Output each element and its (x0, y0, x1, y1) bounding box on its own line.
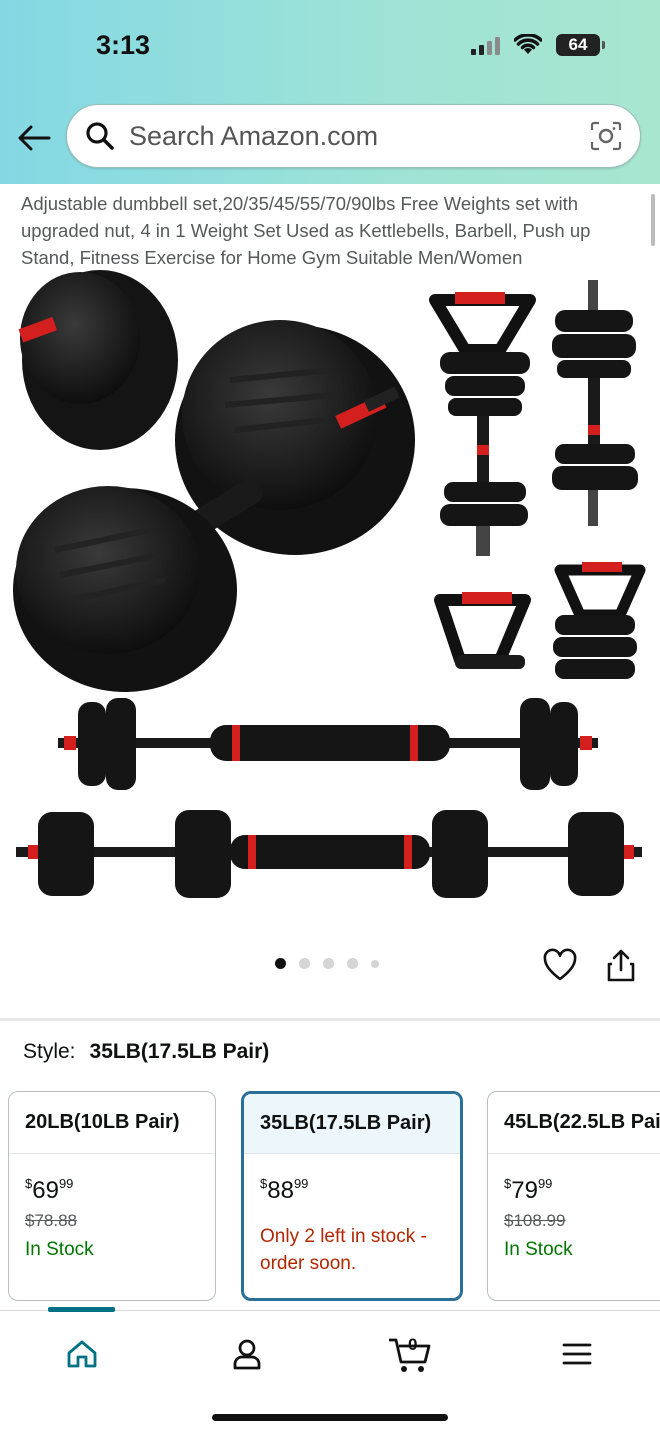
share-icon (607, 949, 635, 982)
nav-home[interactable] (52, 1329, 112, 1379)
barbell-image-2 (16, 810, 642, 898)
list-price: $78.88 (25, 1211, 77, 1230)
availability: In Stock (25, 1239, 94, 1260)
availability: In Stock (504, 1239, 573, 1260)
account-icon (233, 1339, 261, 1370)
search-bar[interactable] (66, 104, 641, 168)
wifi-icon (514, 34, 542, 54)
status-icons: 64 (471, 34, 605, 56)
home-icon (67, 1340, 97, 1368)
cart-count: 0 (408, 1335, 418, 1354)
back-button[interactable] (14, 118, 54, 158)
price: $6999 (25, 1176, 74, 1204)
price: $7999 (504, 1176, 553, 1204)
carousel-dot[interactable] (323, 958, 334, 969)
price: $8899 (260, 1176, 309, 1204)
style-label: Style: (23, 1040, 76, 1063)
cellular-signal-icon (471, 35, 500, 55)
add-to-list-button[interactable] (542, 948, 578, 984)
vertical-dumbbell-image (552, 280, 638, 526)
style-options[interactable]: 20LB(10LB Pair) $6999 $78.88 In Stock 35… (8, 1091, 660, 1303)
kettlebell-small-image (553, 562, 646, 679)
scrollbar (651, 194, 655, 246)
list-price: $108.99 (504, 1211, 566, 1230)
nav-menu[interactable] (547, 1329, 607, 1379)
arrow-left-icon (18, 125, 51, 151)
search-input[interactable] (129, 120, 590, 152)
style-option-name: 20LB(10LB Pair) (9, 1092, 215, 1154)
carousel-dot[interactable] (299, 958, 310, 969)
style-option-card[interactable]: 20LB(10LB Pair) $6999 $78.88 In Stock (8, 1091, 216, 1301)
pushup-stand-image (434, 592, 531, 669)
active-tab-indicator (48, 1307, 115, 1312)
heart-icon (543, 948, 577, 981)
style-option-name: 35LB(17.5LB Pair) (244, 1094, 460, 1154)
share-button[interactable] (604, 948, 638, 984)
style-option-card[interactable]: 45LB(22.5LB Pair) $7999 $108.99 In Stock (487, 1091, 660, 1301)
dumbbell-large-front (13, 478, 263, 692)
style-option-card-selected[interactable]: 35LB(17.5LB Pair) $8899 Only 2 left in s… (241, 1091, 463, 1301)
app-header: 3:13 64 (0, 0, 660, 184)
status-time: 3:13 (96, 30, 151, 60)
product-title[interactable]: Adjustable dumbbell set,20/35/45/55/70/9… (21, 190, 636, 271)
kettlebell-dumbbell-image (429, 292, 536, 556)
search-icon (86, 122, 114, 150)
style-selection-label: Style: 35LB(17.5LB Pair) (23, 1040, 269, 1064)
carousel-dot[interactable] (347, 958, 358, 969)
barbell-image-1 (58, 698, 598, 790)
section-divider (0, 1018, 660, 1021)
nav-cart[interactable]: 0 (380, 1329, 440, 1379)
carousel-dot[interactable] (371, 959, 379, 968)
nav-account[interactable] (217, 1329, 277, 1379)
menu-icon (562, 1343, 592, 1365)
product-image[interactable] (0, 270, 660, 930)
home-indicator (212, 1414, 448, 1421)
availability: Only 2 left in stock - order soon. (260, 1226, 427, 1274)
carousel-dot[interactable] (275, 958, 286, 969)
style-option-name: 45LB(22.5LB Pair) (488, 1092, 660, 1154)
battery-icon: 64 (556, 34, 605, 56)
style-selected-value: 35LB(17.5LB Pair) (89, 1040, 270, 1063)
camera-search-icon[interactable] (590, 121, 622, 151)
image-carousel-dots[interactable] (275, 958, 379, 969)
